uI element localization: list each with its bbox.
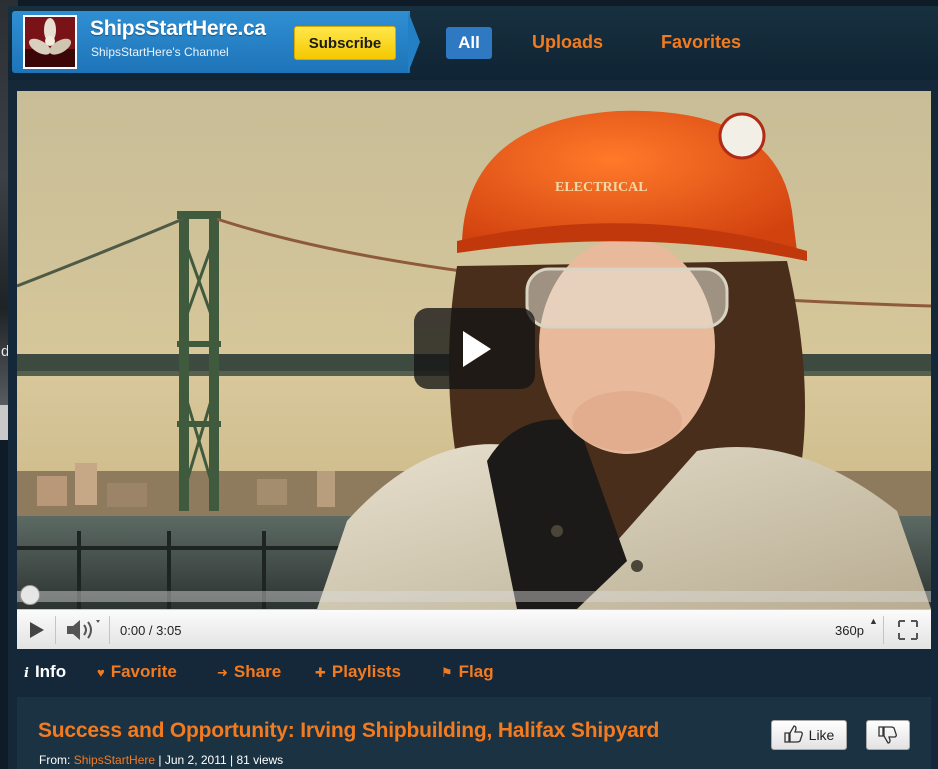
control-divider [55,616,56,644]
quality-selector[interactable]: 360p [835,623,864,638]
hardhat-text: ELECTRICAL [555,180,648,195]
like-button[interactable]: Like [771,720,847,750]
tab-playlists[interactable]: ✚ Playlists [315,662,401,682]
tab-favorite[interactable]: ♥ Favorite [97,662,177,682]
channel-badge-arrow [408,11,420,73]
seek-handle[interactable] [20,585,40,605]
fullscreen-button[interactable] [897,619,919,646]
volume-icon [67,620,100,640]
quality-caret-icon[interactable]: ▲ [869,616,878,626]
tab-share[interactable]: ➜ Share [217,662,281,682]
video-info-panel: Success and Opportunity: Irving Shipbuil… [17,697,931,769]
video-title: Success and Opportunity: Irving Shipbuil… [38,719,660,742]
volume-button[interactable] [65,619,101,646]
thumbs-down-icon [878,726,897,744]
tab-share-label: Share [233,662,282,681]
video-action-tabs: i Info ♥ Favorite ➜ Share ✚ Playlists ⚑ Flag [17,657,931,687]
seek-bar[interactable] [17,591,931,602]
video-meta: From: ShipsStartHere | Jun 2, 2011 | 81 … [39,753,283,767]
channel-avatar[interactable] [23,15,77,69]
player-controls: 0:00 / 3:05 360p ▲ [17,609,931,649]
tab-flag[interactable]: ⚑ Flag [441,662,494,682]
tab-favorites[interactable]: Favorites [661,32,741,53]
channel-subtitle[interactable]: ShipsStartHere's Channel [91,45,229,59]
subscribe-button[interactable]: Subscribe [294,26,396,60]
tab-all[interactable]: All [446,27,492,59]
play-icon [462,330,491,367]
flag-icon: ⚑ [441,665,453,680]
control-divider [109,616,110,644]
fullscreen-icon [898,620,918,640]
view-count: | 81 views [230,753,284,767]
from-label: From: [39,753,71,767]
tab-favorite-label: Favorite [110,662,177,681]
tab-playlists-label: Playlists [331,662,401,681]
thumbs-up-icon [784,724,804,746]
tab-uploads[interactable]: Uploads [532,32,603,53]
control-divider [883,616,884,644]
time-display: 0:00 / 3:05 [120,623,182,638]
big-play-button[interactable] [414,308,535,389]
arrow-right-icon: ➜ [217,665,228,680]
upload-date: | Jun 2, 2011 [158,753,227,767]
play-button[interactable] [29,621,45,644]
tab-flag-label: Flag [458,662,494,681]
play-icon [30,622,44,638]
info-icon: i [24,666,29,681]
tab-info-label: Info [34,662,67,681]
like-label: Like [808,727,835,743]
heart-icon: ♥ [97,665,105,680]
propeller-logo-icon [25,17,75,67]
uploader-link[interactable]: ShipsStartHere [74,753,155,767]
plus-icon: ✚ [315,665,326,680]
tab-info[interactable]: i Info [24,662,66,682]
dislike-button[interactable] [866,720,910,750]
channel-name[interactable]: ShipsStartHere.ca [90,17,266,41]
